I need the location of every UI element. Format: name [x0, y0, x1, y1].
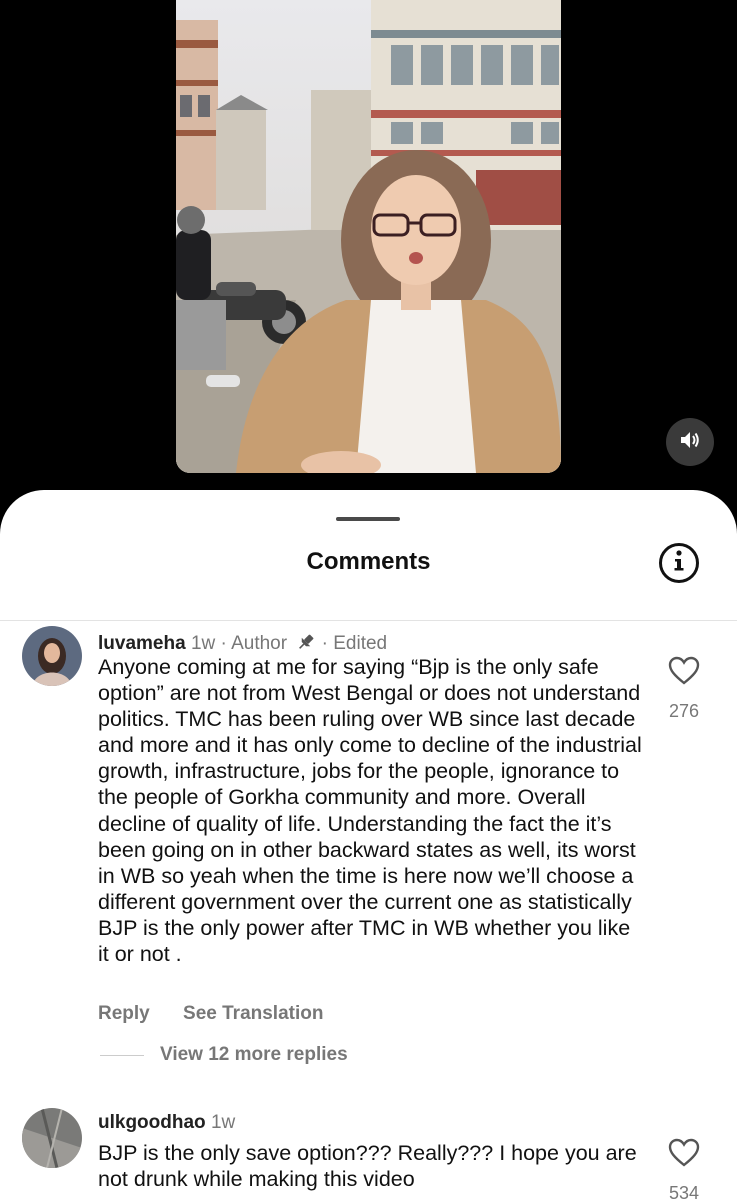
drag-handle[interactable] — [336, 517, 400, 521]
author-badge: Author — [231, 633, 288, 654]
see-translation-button[interactable]: See Translation — [183, 1003, 323, 1024]
info-icon — [669, 549, 689, 578]
like-count: 276 — [668, 701, 700, 721]
sound-toggle-button[interactable] — [666, 418, 714, 466]
like-button[interactable]: 534 — [664, 1138, 704, 1200]
avatar[interactable] — [22, 1108, 82, 1168]
comment-username[interactable]: luvameha — [98, 633, 186, 654]
comments-sheet: Comments luvameha 1w · Author · Edited A… — [0, 490, 737, 1200]
video-area — [0, 0, 737, 490]
view-replies-label: View 12 more replies — [160, 1044, 348, 1065]
speaker-icon — [679, 429, 701, 456]
comment-username[interactable]: ulkgoodhao — [98, 1112, 206, 1133]
like-count: 534 — [668, 1183, 700, 1200]
reply-button[interactable]: Reply — [98, 1003, 150, 1024]
avatar[interactable] — [22, 626, 82, 686]
heart-icon — [668, 1138, 700, 1172]
info-button[interactable] — [659, 543, 699, 583]
comment-text: Anyone coming at me for saying “Bjp is t… — [98, 655, 642, 967]
divider — [0, 620, 737, 621]
comment-text: BJP is the only save option??? Really???… — [98, 1141, 637, 1192]
comment-time: 1w — [190, 633, 216, 654]
comment-time: 1w — [210, 1112, 236, 1133]
video-player[interactable] — [176, 0, 561, 473]
view-replies-button[interactable]: View 12 more replies — [100, 1044, 348, 1066]
like-button[interactable]: 276 — [664, 656, 704, 722]
comment-actions: Reply See Translation — [98, 1003, 351, 1025]
heart-icon — [668, 656, 700, 690]
replies-line — [100, 1054, 144, 1056]
comment-meta: ulkgoodhao 1w — [98, 1112, 235, 1134]
sheet-title: Comments — [306, 548, 431, 575]
edited-label: Edited — [333, 633, 388, 654]
